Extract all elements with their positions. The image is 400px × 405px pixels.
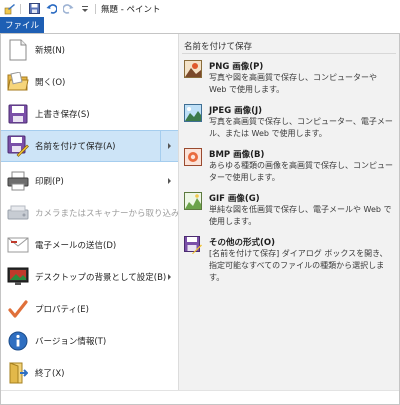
menu-item-about[interactable]: バージョン情報(T) — [1, 325, 178, 357]
menu-item-print[interactable]: 印刷(P) — [1, 165, 178, 197]
separator — [20, 3, 21, 14]
email-icon — [6, 233, 30, 257]
save-as-bmp-option[interactable]: BMP 画像(B) あらゆる種類の画像を高画質で保存し、コンピューターで使用しま… — [179, 148, 398, 188]
menu-item-send-email[interactable]: 電子メールの送信(D) — [1, 229, 178, 261]
paint-app-icon[interactable] — [3, 2, 17, 15]
option-title: GIF 画像(G) — [209, 194, 260, 204]
submenu-header: 名前を付けて保存 — [184, 42, 253, 52]
menu-item-label: 新規(N) — [35, 46, 65, 56]
save-as-png-option[interactable]: PNG 画像(P) 写真や図を高画質で保存し、コンピューターや Web で使用し… — [179, 60, 398, 100]
save-as-other-formats-option[interactable]: その他の形式(O) [名前を付けて保存] ダイアログ ボックスを開き、指定可能な… — [179, 236, 398, 282]
chevron-right-icon — [168, 178, 171, 184]
save-as-jpeg-option[interactable]: JPEG 画像(J) 写真を高画質で保存し、コンピューター、電子メール、または … — [179, 104, 398, 144]
chevron-right-icon — [168, 274, 171, 280]
option-title: JPEG 画像(J) — [209, 106, 263, 116]
ribbon-tab-strip — [44, 17, 400, 33]
checkmark-icon — [6, 297, 30, 321]
title-bar: 無題 - ペイント — [0, 0, 400, 17]
option-description: あらゆる種類の画像を高画質で保存し、コンピューターで使用します。 — [209, 161, 393, 182]
gif-image-icon — [184, 192, 202, 210]
menu-item-label: デスクトップの背景として設定(B) — [35, 273, 167, 283]
file-menu-commands: 新規(N) 開く(O) 上書き保存(S) 名前を付けて保存(A) 印刷(P) カ… — [1, 34, 193, 390]
menu-item-label: 終了(X) — [35, 369, 65, 379]
option-title: その他の形式(O) — [209, 238, 275, 248]
menu-item-label: カメラまたはスキャナーから取り込み(M) — [35, 209, 194, 219]
png-image-icon — [184, 60, 202, 78]
menu-item-open[interactable]: 開く(O) — [1, 66, 178, 98]
chevron-right-icon — [168, 143, 171, 149]
other-formats-icon — [184, 236, 202, 254]
menu-item-label: プロパティ(E) — [35, 305, 89, 315]
save-as-icon — [6, 134, 30, 158]
scanner-icon — [6, 201, 30, 225]
customize-quick-access-icon[interactable] — [78, 2, 92, 15]
option-title: PNG 画像(P) — [209, 62, 264, 72]
info-icon — [6, 329, 30, 353]
menu-item-from-scanner[interactable]: カメラまたはスキャナーから取り込み(M) — [1, 197, 193, 229]
save-as-submenu: 名前を付けて保存 PNG 画像(P) 写真や図を高画質で保存し、コンピューターや… — [178, 34, 399, 390]
menu-item-label: 印刷(P) — [35, 177, 64, 187]
file-menu-footer — [1, 390, 399, 404]
exit-icon — [6, 361, 30, 385]
printer-icon — [6, 169, 30, 193]
divider — [182, 53, 396, 54]
menu-item-label: 開く(O) — [35, 78, 66, 88]
option-description: 単純な図を低画質で保存し、電子メールや Web で使用します。 — [209, 205, 392, 226]
separator — [95, 3, 96, 14]
menu-item-label: 上書き保存(S) — [35, 110, 90, 120]
redo-icon[interactable] — [61, 2, 75, 15]
desktop-background-icon — [6, 265, 30, 289]
new-document-icon — [6, 38, 30, 62]
jpeg-image-icon — [184, 104, 202, 122]
menu-item-save[interactable]: 上書き保存(S) — [1, 98, 178, 130]
menu-item-properties[interactable]: プロパティ(E) — [1, 293, 178, 325]
save-disk-icon — [6, 102, 30, 126]
open-folder-icon — [6, 70, 30, 94]
file-tab[interactable]: ファイル — [0, 17, 44, 33]
option-title: BMP 画像(B) — [209, 150, 265, 160]
menu-item-new[interactable]: 新規(N) — [1, 34, 178, 66]
save-as-gif-option[interactable]: GIF 画像(G) 単純な図を低画質で保存し、電子メールや Web で使用します… — [179, 192, 398, 232]
window-title: 無題 - ペイント — [101, 4, 161, 15]
menu-item-label: バージョン情報(T) — [35, 337, 107, 347]
menu-item-label: 電子メールの送信(D) — [35, 241, 117, 251]
save-icon[interactable] — [27, 2, 41, 15]
menu-item-set-desktop-background[interactable]: デスクトップの背景として設定(B) — [1, 261, 178, 293]
menu-item-exit[interactable]: 終了(X) — [1, 357, 178, 389]
menu-item-label: 名前を付けて保存(A) — [35, 142, 116, 152]
bmp-image-icon — [184, 148, 202, 166]
option-description: [名前を付けて保存] ダイアログ ボックスを開き、指定可能なすべてのファイルの種… — [209, 249, 388, 282]
menu-item-save-as[interactable]: 名前を付けて保存(A) — [1, 130, 178, 162]
option-description: 写真を高画質で保存し、コンピューター、電子メール、または Web で使用します。 — [209, 117, 393, 138]
file-menu: 新規(N) 開く(O) 上書き保存(S) 名前を付けて保存(A) 印刷(P) カ… — [0, 33, 400, 405]
undo-icon[interactable] — [44, 2, 58, 15]
option-description: 写真や図を高画質で保存し、コンピューターや Web で使用します。 — [209, 73, 377, 94]
